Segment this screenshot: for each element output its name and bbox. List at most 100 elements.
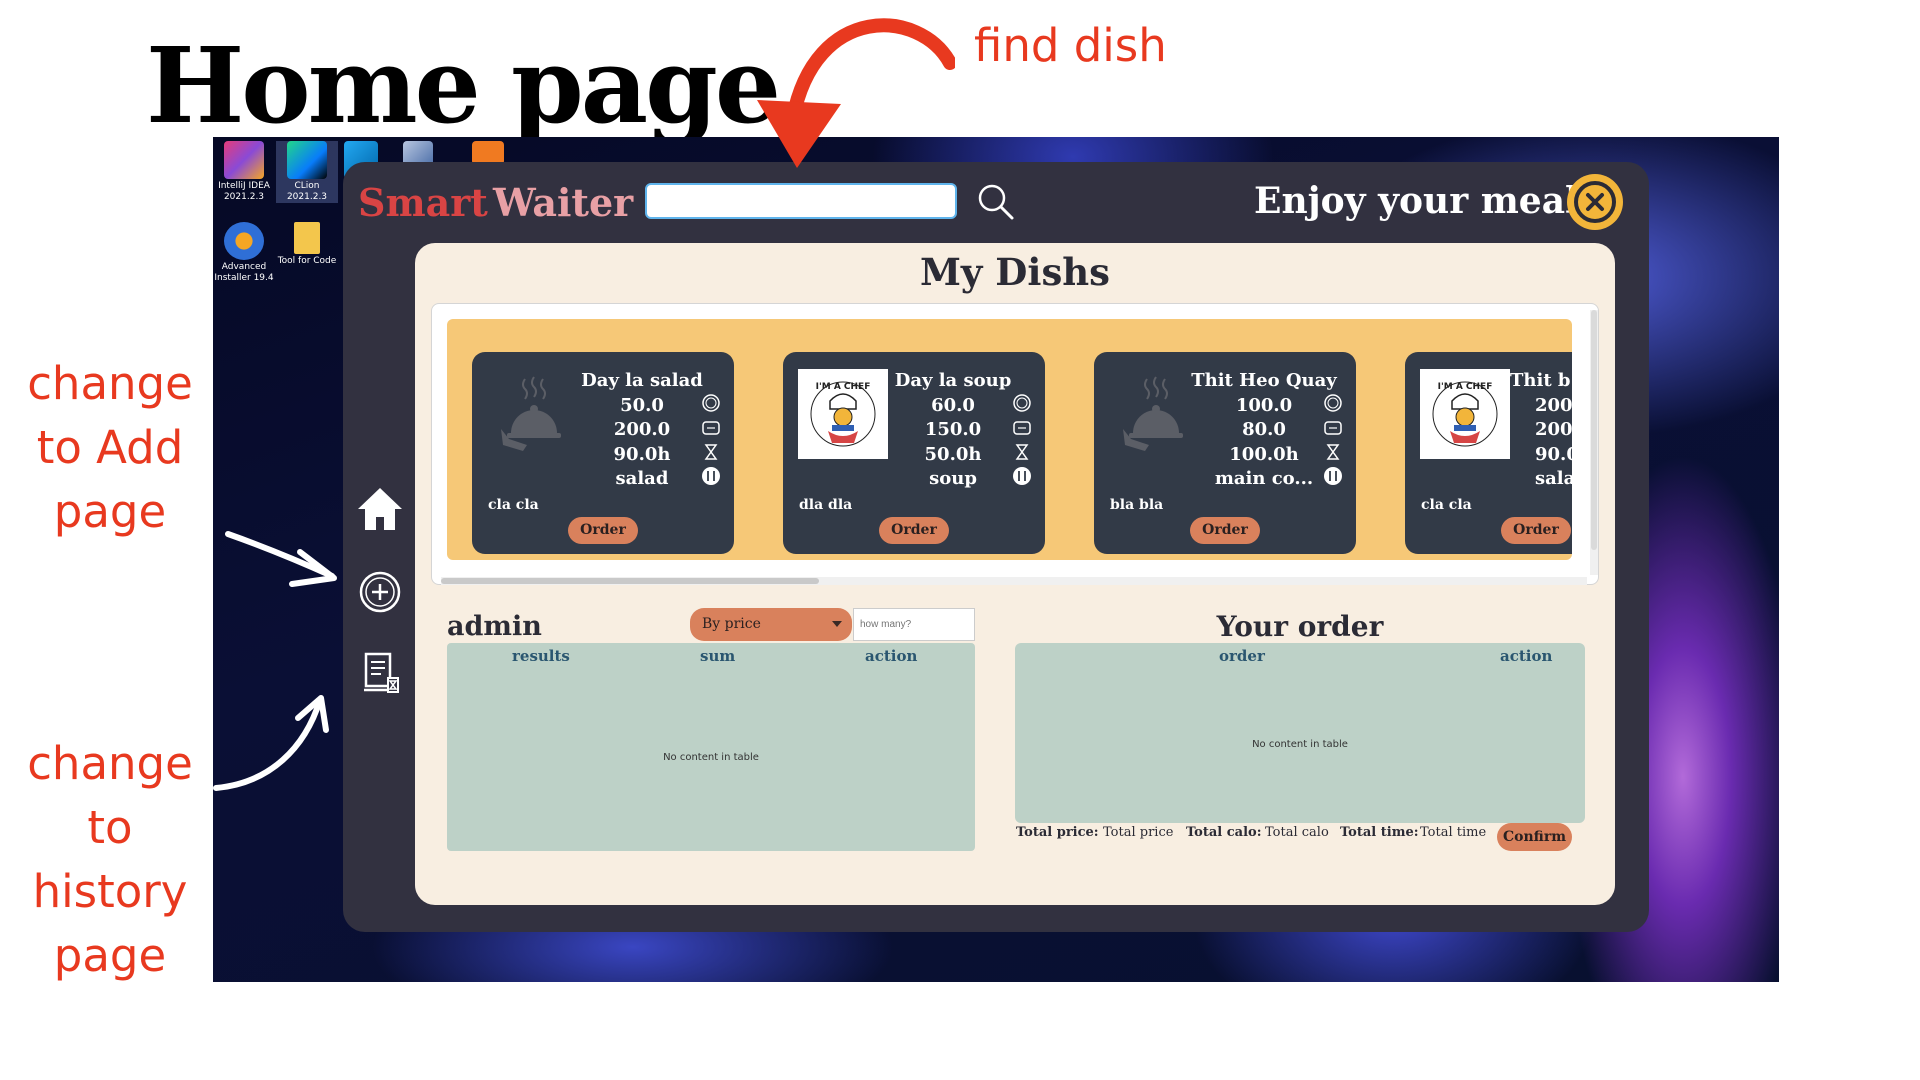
hourglass-icon <box>704 444 718 460</box>
red-curved-arrow-icon <box>757 18 955 168</box>
dish-calo: 150.0 <box>924 419 982 440</box>
order-button[interactable]: Order <box>1501 517 1571 544</box>
total-time-label: Total time: <box>1340 825 1419 840</box>
plus-circle-icon <box>359 571 401 613</box>
dish-name: Day la salad <box>581 370 703 391</box>
cutlery-icon <box>1013 467 1031 485</box>
dish-price: 50.0 <box>620 394 664 416</box>
sidebar-item-history[interactable] <box>350 646 410 702</box>
dish-description: dla dla <box>799 497 853 513</box>
dish-description: cla cla <box>1421 497 1472 513</box>
white-arrow-icon <box>225 531 337 587</box>
dish-time: 100.0h <box>1229 443 1299 465</box>
coin-icon <box>702 394 720 412</box>
home-icon <box>358 488 402 530</box>
sort-selected-value: By price <box>702 616 761 632</box>
dish-card: I'M A CHEF Day la soup 60.0 150.0 50.0h … <box>783 352 1045 554</box>
annotation-line: page <box>53 485 167 538</box>
coin-icon <box>1013 394 1031 412</box>
total-time-value: Total time <box>1420 825 1487 840</box>
white-curved-arrow-icon <box>213 695 329 791</box>
close-icon[interactable] <box>1567 174 1623 230</box>
dish-description: bla bla <box>1110 497 1164 513</box>
column-header-action: action <box>1500 647 1553 665</box>
dish-price: 60.0 <box>931 394 975 416</box>
dish-time: 50.0h <box>924 443 982 465</box>
dish-type: soup <box>929 468 977 489</box>
dish-list: Day la salad 50.0 200.0 90.0h salad cla … <box>447 319 1572 560</box>
column-header-sum: sum <box>700 647 736 665</box>
sort-select[interactable]: By price <box>690 608 852 641</box>
dish-price: 200 <box>1535 394 1572 416</box>
dish-info: Day la soup 60.0 150.0 50.0h soup <box>878 369 1028 492</box>
column-header-results: results <box>512 647 570 665</box>
chef-logo: I'M A CHEF <box>798 369 888 459</box>
search-input[interactable] <box>645 183 957 219</box>
sidebar-item-home[interactable] <box>350 482 410 538</box>
desktop-icon-label: CLion 2021.2.3 <box>286 181 328 202</box>
horizontal-scrollbar[interactable] <box>441 577 1587 585</box>
annotation-find-dish: find dish <box>974 19 1167 72</box>
dish-name: Thit b <box>1510 370 1571 391</box>
total-calo-label: Total calo: <box>1186 825 1262 840</box>
history-list-icon <box>364 652 399 693</box>
dish-calo: 200 <box>1535 419 1572 440</box>
order-button[interactable]: Order <box>1190 517 1260 544</box>
cutlery-icon <box>1324 467 1342 485</box>
dish-card: Day la salad 50.0 200.0 90.0h salad cla … <box>472 352 734 554</box>
column-header-order: order <box>1219 647 1265 665</box>
page-headline: Home page <box>146 24 781 147</box>
dish-info: Thit Heo Quay 100.0 80.0 100.0h main co.… <box>1189 369 1339 492</box>
desktop-icon-intellij[interactable]: IntelliJ IDEA 2021.2.3 <box>213 141 275 203</box>
annotation-history-page: change to history page <box>5 732 215 988</box>
advanced-installer-icon <box>224 222 264 260</box>
order-title: Your order <box>1216 610 1384 643</box>
dish-type: sala <box>1535 468 1572 489</box>
annotation-line: page <box>53 929 167 982</box>
order-button[interactable]: Order <box>879 517 949 544</box>
vertical-scrollbar[interactable] <box>1590 310 1598 575</box>
desktop-icon-tool-for-code[interactable]: Tool for Code <box>276 222 338 267</box>
dish-calo: 80.0 <box>1242 419 1286 440</box>
cutlery-icon <box>702 467 720 485</box>
desktop-icon-clion[interactable]: CLion 2021.2.3 <box>276 141 338 203</box>
brand-waiter: Waiter <box>493 180 634 225</box>
brand-smart: Smart <box>358 180 488 225</box>
admin-results-table[interactable]: results sum action No content in table <box>447 643 975 851</box>
annotation-add-page: change to Add page <box>10 352 210 544</box>
desktop-icon-advanced-installer[interactable]: Advanced Installer 19.4 <box>213 222 275 284</box>
howmany-input[interactable] <box>853 608 975 641</box>
search-icon[interactable] <box>976 182 1016 222</box>
sidebar-item-add[interactable] <box>350 564 410 620</box>
dish-card: I'M A CHEF Thit b 200 200 90.0 sala cla … <box>1405 352 1572 554</box>
coin-icon <box>1324 394 1342 412</box>
chef-logo: I'M A CHEF <box>1420 369 1510 459</box>
total-price-label: Total price: <box>1016 825 1099 840</box>
dish-name: Day la soup <box>894 370 1012 391</box>
dish-price: 100.0 <box>1235 394 1293 416</box>
greeting-text: Enjoy your meal! <box>1254 180 1595 222</box>
cloche-icon <box>1123 376 1183 451</box>
cloche-icon <box>501 376 561 451</box>
svg-text:I'M A CHEF: I'M A CHEF <box>1438 382 1493 392</box>
dish-time: 90.0 <box>1535 443 1572 465</box>
column-header-action: action <box>865 647 918 665</box>
empty-table-text: No content in table <box>663 752 759 763</box>
hourglass-icon <box>1015 444 1029 460</box>
hourglass-icon <box>1326 444 1340 460</box>
confirm-button[interactable]: Confirm <box>1497 823 1572 851</box>
kcal-icon <box>1013 421 1031 435</box>
annotation-line: to Add <box>36 421 184 474</box>
dish-info: Day la salad 50.0 200.0 90.0h salad <box>567 369 717 492</box>
dish-info: Thit b 200 200 90.0 sala <box>1510 369 1572 492</box>
annotation-line: to history <box>32 801 188 918</box>
dish-card: Thit Heo Quay 100.0 80.0 100.0h main co.… <box>1094 352 1356 554</box>
annotation-line: change <box>27 357 193 410</box>
dish-name: Thit Heo Quay <box>1191 370 1337 391</box>
desktop-icon-label: IntelliJ IDEA 2021.2.3 <box>218 181 270 202</box>
order-table[interactable]: order action No content in table <box>1015 643 1585 823</box>
dish-description: cla cla <box>488 497 539 513</box>
total-price-value: Total price <box>1103 825 1174 840</box>
dish-type: main co... <box>1214 468 1314 489</box>
order-button[interactable]: Order <box>568 517 638 544</box>
